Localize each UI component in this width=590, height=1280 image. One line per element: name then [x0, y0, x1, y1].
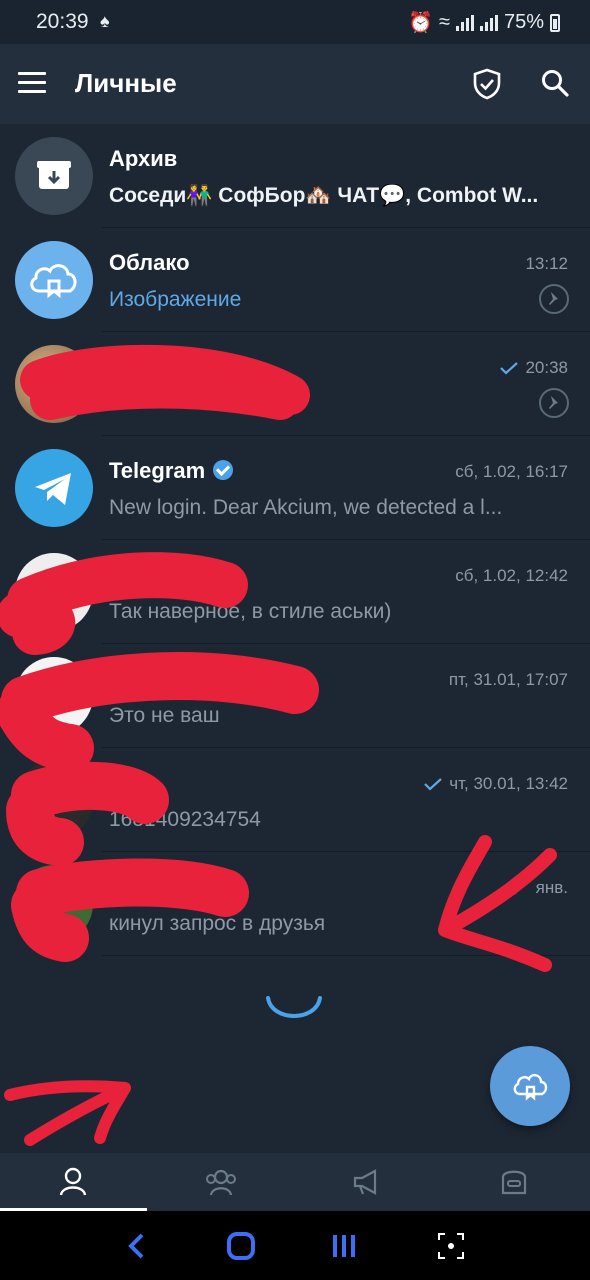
system-nav [0, 1211, 590, 1280]
contact-avatar [15, 345, 93, 423]
person-icon [59, 1167, 87, 1196]
chat-message: New login. Dear Akcium, we detected a l.… [109, 496, 503, 519]
chat-time: чт, 30.01, 13:42 [423, 774, 568, 794]
telegram-icon [35, 473, 71, 505]
chat-row-archive[interactable]: Архив Соседи👫 СофБор🏘️ ЧАТ💬, Combot W... [0, 124, 590, 228]
wifi-icon: ≈ [438, 11, 450, 33]
contact-avatar [15, 553, 93, 631]
battery-text: 75% [503, 11, 544, 33]
search-icon[interactable] [540, 68, 570, 98]
chat-row-redacted-5[interactable]: кинул запрос в друзья янв. [0, 852, 590, 956]
chat-time: пт, 31.01, 17:07 [448, 670, 568, 689]
home-icon[interactable] [226, 1231, 256, 1261]
chat-row-redacted-3[interactable]: Это не ваш пт, 31.01, 17:07 [0, 644, 590, 748]
pin-icon [539, 284, 569, 314]
chat-list: Архив Соседи👫 СофБор🏘️ ЧАТ💬, Combot W...… [0, 124, 590, 956]
alarm-icon: ⏰ [408, 12, 433, 34]
arrow-annotation [4, 1080, 131, 1146]
chat-message: кинул запрос в друзья [109, 912, 326, 935]
cloud-fab-icon [513, 1074, 548, 1101]
contact-avatar [15, 761, 93, 839]
chat-message: Изображение [109, 288, 242, 311]
pin-icon [539, 388, 569, 418]
tab-channels[interactable] [294, 1153, 441, 1211]
bottom-tabs [0, 1153, 590, 1211]
tab-bots[interactable] [441, 1153, 588, 1211]
chat-time: сб, 1.02, 12:42 [455, 566, 568, 585]
group-icon [206, 1169, 236, 1196]
menu-icon[interactable] [18, 72, 46, 94]
check-icon [500, 362, 519, 375]
battery-icon [550, 13, 560, 32]
chat-message: Это не ваш [109, 704, 220, 727]
chat-row-redacted-1[interactable]: 20:38 [0, 332, 590, 436]
chat-name: Архив [109, 146, 178, 171]
contact-avatar [15, 865, 93, 943]
double-check-icon [504, 882, 527, 895]
megaphone-icon [353, 1169, 377, 1195]
signal-icon-2 [479, 14, 498, 31]
chat-row-redacted-2[interactable]: Так наверное, в стиле аськи) сб, 1.02, 1… [0, 540, 590, 644]
loading-spinner [266, 996, 322, 1018]
tab-personal[interactable] [0, 1153, 147, 1211]
status-time: 20:39 [36, 10, 89, 33]
check-icon [424, 778, 443, 791]
chat-message: Так наверное, в стиле аськи) [109, 600, 392, 623]
screenshot-icon[interactable] [436, 1231, 466, 1261]
signal-icon [455, 14, 474, 31]
notification-icon: ♠ [100, 11, 110, 31]
chat-row-telegram[interactable]: Telegram New login. Dear Akcium, we dete… [0, 436, 590, 540]
app-bar: Личные [0, 44, 590, 124]
shield-icon[interactable] [472, 68, 502, 100]
cloud-fab-button[interactable] [490, 1046, 570, 1126]
chat-message: Соседи👫 СофБор🏘️ ЧАТ💬, Combot W... [109, 184, 539, 207]
chat-row-redacted-4[interactable]: 1681409234754 чт, 30.01, 13:42 [0, 748, 590, 852]
chat-time: янв. [504, 878, 568, 898]
cloud-icon [30, 264, 77, 299]
archive-icon [37, 161, 71, 189]
chat-message: 1681409234754 [109, 808, 261, 831]
back-icon[interactable] [124, 1231, 150, 1261]
chat-name: Облако [109, 250, 190, 275]
cloud-avatar [15, 241, 93, 319]
tab-groups[interactable] [147, 1153, 294, 1211]
chat-time: 20:38 [499, 358, 568, 378]
contact-avatar [15, 657, 93, 735]
page-title: Личные [75, 68, 177, 98]
divider [102, 955, 590, 956]
chat-time: сб, 1.02, 16:17 [455, 462, 568, 481]
bot-icon [501, 1170, 527, 1195]
telegram-avatar [15, 449, 93, 527]
chat-row-cloud[interactable]: Облако Изображение 13:12 [0, 228, 590, 332]
chat-name: Telegram [109, 458, 234, 484]
verified-icon [213, 460, 234, 480]
recents-icon[interactable] [330, 1231, 358, 1261]
chat-time: 13:12 [525, 254, 568, 273]
archive-avatar [15, 137, 93, 215]
status-bar: 20:39 ♠ ⏰ ≈ 75% [0, 0, 590, 44]
status-right: ⏰ ≈ 75% [408, 10, 560, 35]
